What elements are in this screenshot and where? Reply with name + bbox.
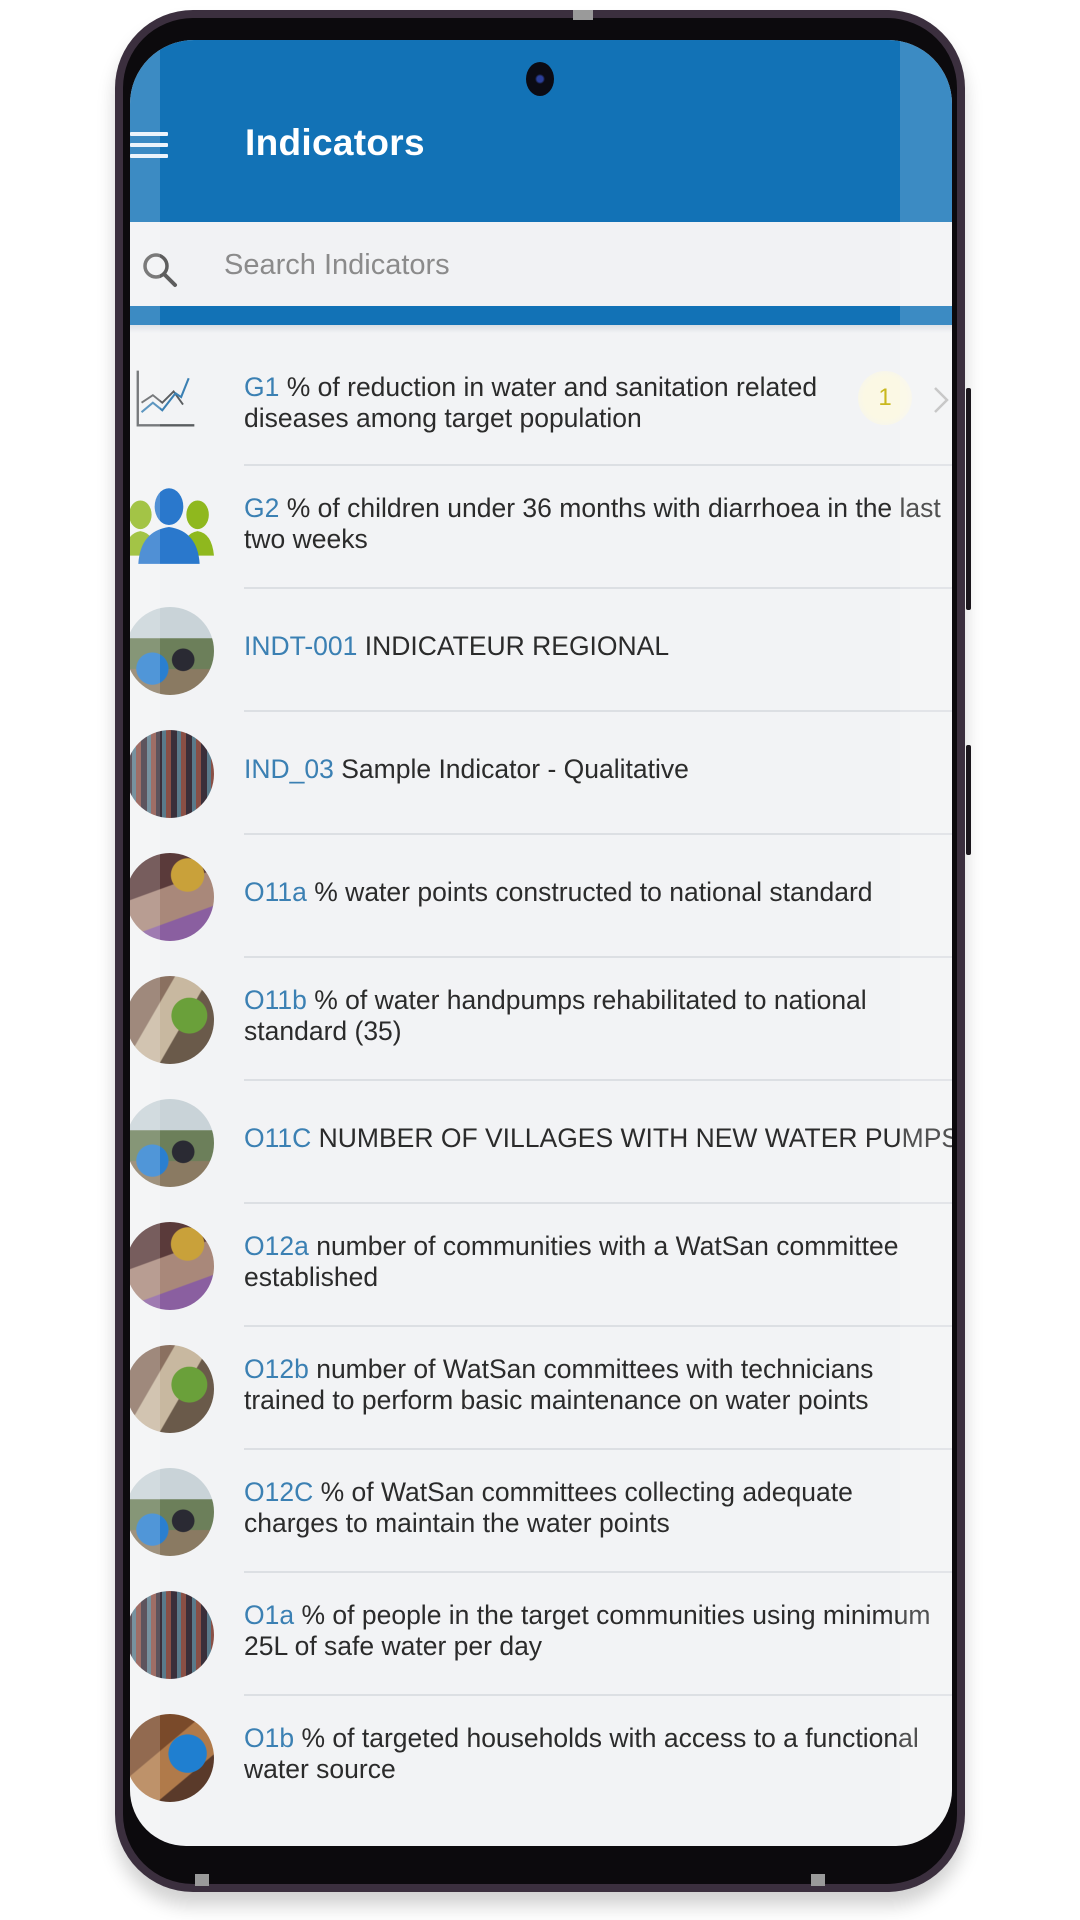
page-title: Indicators	[245, 122, 425, 163]
indicator-row[interactable]: O11C NUMBER OF VILLAGES WITH NEW WATER P…	[130, 1081, 952, 1204]
indicator-text: IND_03 Sample Indicator - Qualitative	[244, 754, 952, 785]
front-camera	[526, 62, 554, 96]
search-icon[interactable]	[140, 250, 180, 290]
indicator-code: O1b	[244, 1723, 295, 1753]
indicator-label: % of WatSan committees collecting adequa…	[244, 1477, 853, 1538]
indicator-text: INDT-001 INDICATEUR REGIONAL	[244, 631, 952, 662]
indicator-row[interactable]: O11b % of water handpumps rehabilitated …	[130, 958, 952, 1081]
users-group-icon	[130, 488, 214, 564]
indicator-thumbnail	[130, 606, 214, 695]
indicator-label: % of children under 36 months with diarr…	[244, 493, 941, 554]
hamburger-menu-icon[interactable]	[130, 132, 168, 160]
indicator-label: INDICATEUR REGIONAL	[364, 631, 670, 661]
search-bar	[130, 222, 952, 306]
indicator-list: G1 % of reduction in water and sanitatio…	[130, 325, 952, 1819]
indicator-code: O12C	[244, 1477, 314, 1507]
indicator-code: G2	[244, 493, 280, 523]
indicator-thumbnail	[130, 1098, 214, 1187]
indicator-thumbnail	[130, 1467, 214, 1556]
indicator-text: O12C % of WatSan committees collecting a…	[244, 1477, 944, 1539]
indicator-label: % of targeted households with access to …	[244, 1723, 919, 1784]
indicator-label: NUMBER OF VILLAGES WITH NEW WATER PUMPS	[318, 1123, 952, 1153]
indicator-thumbnail	[130, 729, 214, 818]
power-button	[966, 745, 971, 855]
indicator-label: % of reduction in water and sanitation r…	[244, 372, 818, 433]
indicator-thumbnail	[130, 975, 214, 1064]
indicator-text: O1a % of people in the target communitie…	[244, 1600, 944, 1662]
indicator-label: number of communities with a WatSan comm…	[244, 1231, 899, 1292]
indicator-row[interactable]: O12C % of WatSan committees collecting a…	[130, 1450, 952, 1573]
indicator-thumbnail	[130, 1590, 214, 1679]
indicator-code: INDT-001	[244, 631, 358, 661]
indicator-code: O11C	[244, 1123, 312, 1153]
indicator-text: O11C NUMBER OF VILLAGES WITH NEW WATER P…	[244, 1123, 952, 1154]
indicator-text: O11a % water points constructed to natio…	[244, 877, 952, 908]
app-screen: Indicators G1 % of reduction in water an…	[130, 40, 952, 1846]
indicator-row[interactable]: O1a % of people in the target communitie…	[130, 1573, 952, 1696]
chevron-right-icon[interactable]	[932, 385, 950, 415]
indicator-row[interactable]: G2 % of children under 36 months with di…	[130, 466, 952, 589]
indicator-row[interactable]: O11a % water points constructed to natio…	[130, 835, 952, 958]
indicator-text: O12a number of communities with a WatSan…	[244, 1231, 944, 1293]
indicator-row[interactable]: O12a number of communities with a WatSan…	[130, 1204, 952, 1327]
indicator-label: % of water handpumps rehabilitated to na…	[244, 985, 867, 1046]
indicator-thumbnail	[130, 852, 214, 941]
indicator-code: O11a	[244, 877, 307, 907]
indicator-text: O11b % of water handpumps rehabilitated …	[244, 985, 944, 1047]
indicator-thumbnail	[130, 1221, 214, 1310]
indicator-code: G1	[244, 372, 280, 402]
indicator-text: G2 % of children under 36 months with di…	[244, 493, 944, 555]
phone-top-sensor	[573, 10, 593, 20]
phone-bottom-mark	[811, 1874, 825, 1886]
indicator-code: O11b	[244, 985, 307, 1015]
indicator-row[interactable]: G1 % of reduction in water and sanitatio…	[130, 325, 952, 466]
app-header: Indicators	[130, 40, 952, 222]
indicator-row[interactable]: O1b % of targeted households with access…	[130, 1696, 952, 1819]
indicator-thumbnail	[130, 1344, 214, 1433]
count-badge: 1	[858, 371, 912, 425]
indicator-label: number of WatSan committees with technic…	[244, 1354, 874, 1415]
indicator-label: % water points constructed to national s…	[314, 877, 873, 907]
indicator-text: O1b % of targeted households with access…	[244, 1723, 944, 1785]
indicator-thumbnail	[130, 1713, 214, 1802]
header-accent-strip	[130, 306, 952, 325]
indicator-label: Sample Indicator - Qualitative	[341, 754, 689, 784]
volume-button	[966, 388, 971, 610]
indicator-code: O1a	[244, 1600, 295, 1630]
indicator-text: G1 % of reduction in water and sanitatio…	[244, 372, 842, 434]
line-chart-icon	[136, 370, 195, 427]
indicator-row[interactable]: IND_03 Sample Indicator - Qualitative	[130, 712, 952, 835]
search-input[interactable]	[222, 240, 926, 290]
indicator-code: O12b	[244, 1354, 309, 1384]
phone-bottom-mark	[195, 1874, 209, 1886]
indicator-label: % of people in the target communities us…	[244, 1600, 931, 1661]
indicator-row[interactable]: O12b number of WatSan committees with te…	[130, 1327, 952, 1450]
indicator-code: IND_03	[244, 754, 334, 784]
indicator-row[interactable]: INDT-001 INDICATEUR REGIONAL	[130, 589, 952, 712]
indicator-code: O12a	[244, 1231, 309, 1261]
indicator-text: O12b number of WatSan committees with te…	[244, 1354, 944, 1416]
